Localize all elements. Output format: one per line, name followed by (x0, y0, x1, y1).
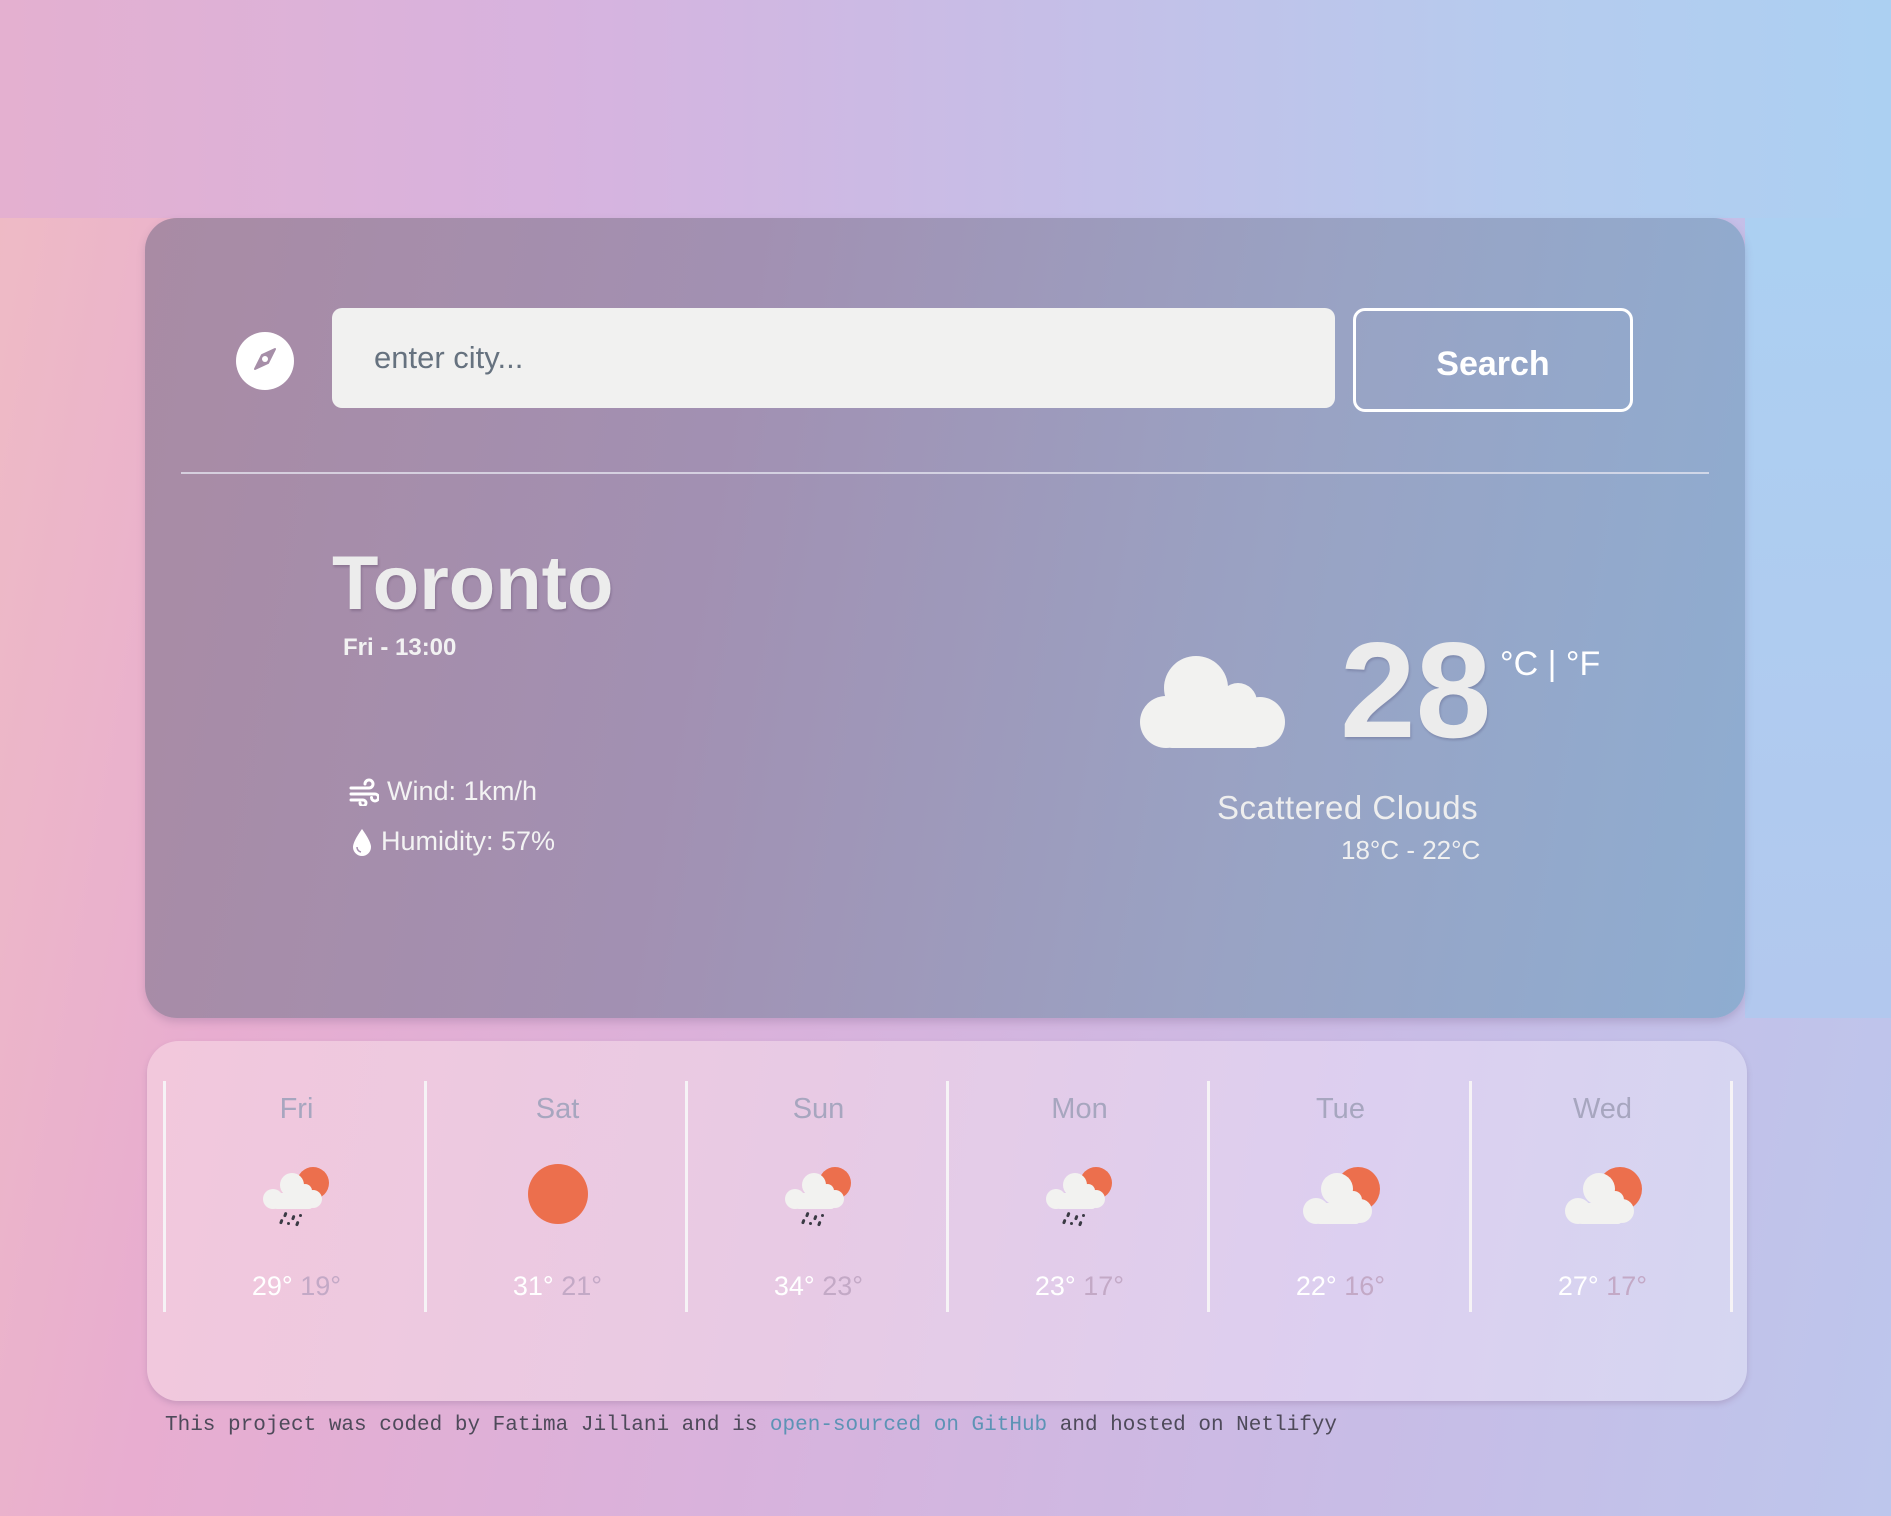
rain-cloud-sun-icon (166, 1163, 427, 1229)
compass-icon (248, 342, 282, 381)
forecast-day-name: Fri (279, 1093, 314, 1125)
forecast-day-name: Sun (792, 1093, 845, 1125)
unit-separator: | (1547, 645, 1557, 683)
background-top-band (0, 0, 1891, 218)
forecast-high: 27° (1557, 1271, 1599, 1301)
background-right-band (1745, 218, 1891, 1018)
footer-text-before: This project was coded by Fatima Jillani… (165, 1414, 770, 1437)
humidity-label: Humidity: 57% (381, 826, 556, 856)
wind-detail: Wind: 1km/h (349, 776, 537, 807)
celsius-link[interactable]: °C (1500, 645, 1538, 683)
search-button[interactable]: Search (1353, 308, 1633, 412)
forecast-high: 22° (1295, 1271, 1337, 1301)
cloud-sun-icon (1210, 1163, 1471, 1225)
temperature-range: 18°C - 22°C (1341, 835, 1481, 865)
city-name: Toronto (332, 541, 614, 626)
github-link[interactable]: open-sourced on GitHub (770, 1414, 1047, 1437)
city-search-input[interactable] (332, 308, 1335, 408)
wind-icon (349, 778, 379, 806)
forecast-low: 17° (1083, 1271, 1125, 1301)
footer-text-after: and hosted on Netlifyy (1047, 1414, 1338, 1437)
forecast-low: 16° (1344, 1271, 1386, 1301)
forecast-high: 34° (773, 1271, 815, 1301)
forecast-low: 17° (1606, 1271, 1648, 1301)
forecast-temps: 27° 17° (1472, 1271, 1733, 1302)
forecast-high: 29° (251, 1271, 293, 1301)
footer: This project was coded by Fatima Jillani… (165, 1414, 1337, 1437)
divider (181, 472, 1709, 474)
forecast-day: Mon 23° 17° (949, 1081, 1210, 1312)
droplet-icon (351, 827, 373, 857)
forecast-temps: 31° 21° (427, 1271, 688, 1302)
humidity-detail: Humidity: 57% (351, 826, 555, 857)
wind-label: Wind: 1km/h (387, 776, 538, 806)
forecast-low: 21° (561, 1271, 603, 1301)
forecast-day-name: Tue (1316, 1093, 1365, 1125)
forecast-day-name: Mon (1051, 1093, 1108, 1125)
forecast-day: Wed 27° 17° (1472, 1081, 1733, 1312)
weather-description: Scattered Clouds (1217, 789, 1479, 826)
forecast-temps: 23° 17° (949, 1271, 1210, 1302)
forecast-temps: 34° 23° (688, 1271, 949, 1302)
rain-cloud-sun-icon (949, 1163, 1210, 1229)
forecast-day-name: Sat (535, 1093, 580, 1125)
forecast-day: Sat 31° 21° (427, 1081, 688, 1312)
forecast-high: 31° (512, 1271, 554, 1301)
forecast-temps: 29° 19° (166, 1271, 427, 1302)
forecast-day: Tue 22° 16° (1210, 1081, 1471, 1312)
current-temperature: 28 (1340, 614, 1492, 766)
forecast-day: Fri 29° 19° (166, 1081, 427, 1312)
cloud-sun-icon (1472, 1163, 1733, 1225)
sun-icon (427, 1163, 688, 1225)
forecast-day-name: Wed (1572, 1093, 1633, 1125)
forecast-low: 23° (822, 1271, 864, 1301)
fahrenheit-link[interactable]: °F (1566, 645, 1600, 683)
forecast-low: 19° (300, 1271, 342, 1301)
current-location-button[interactable] (236, 332, 294, 390)
current-datetime: Fri - 13:00 (343, 634, 457, 661)
unit-toggle: °C | °F (1500, 645, 1600, 684)
forecast-day: Sun 34° 23° (688, 1081, 949, 1312)
rain-cloud-sun-icon (688, 1163, 949, 1229)
forecast-high: 23° (1034, 1271, 1076, 1301)
forecast-temps: 22° 16° (1210, 1271, 1471, 1302)
cloud-icon (1138, 650, 1290, 755)
